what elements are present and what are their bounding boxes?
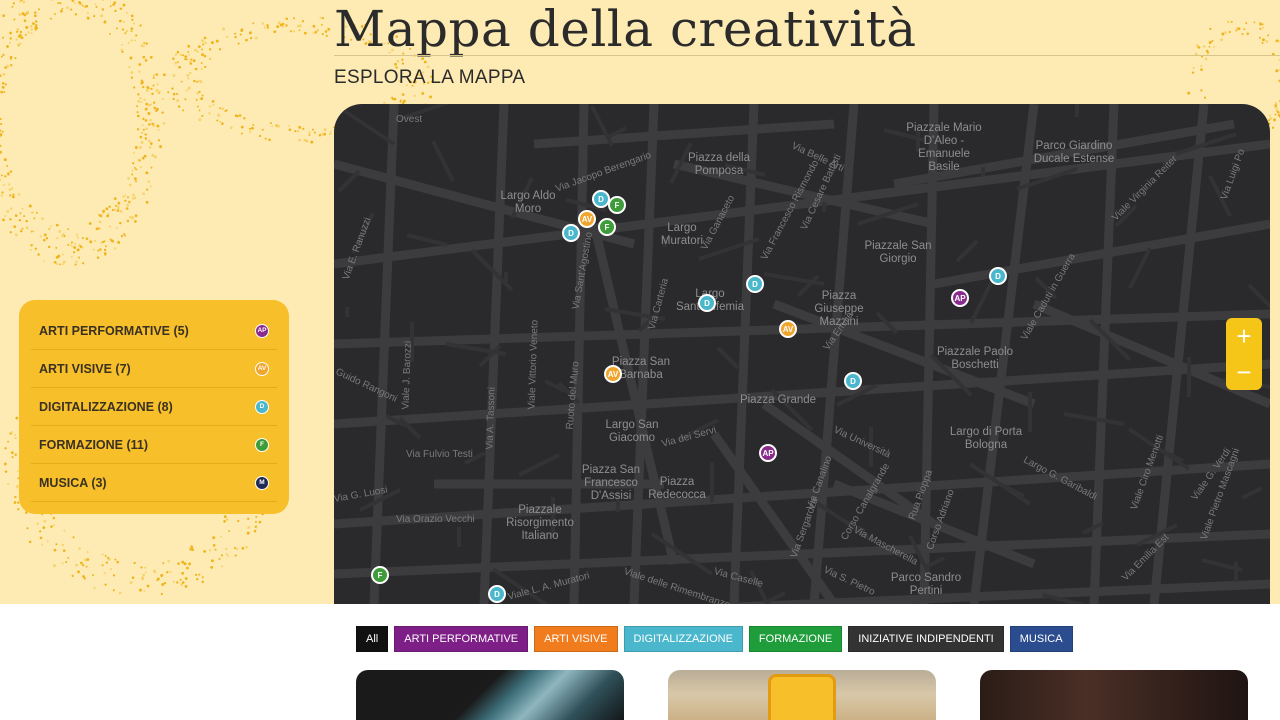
map-street-label: Via Fulvio Testi [406, 449, 473, 460]
legend-item-digitalizzazione[interactable]: DIGITALIZZAZIONE (8) D [31, 388, 277, 426]
category-legend: ARTI PERFORMATIVE (5) AP ARTI VISIVE (7)… [19, 300, 289, 514]
map-place-label: Piazzale Mario D'Aleo - Emanuele Basile [906, 122, 982, 173]
legend-item-arti-performative[interactable]: ARTI PERFORMATIVE (5) AP [31, 312, 277, 350]
map-marker-pin[interactable]: D [562, 224, 580, 242]
map-place-label: Piazzale Risorgimento Italiano [506, 504, 574, 542]
legend-item-label: DIGITALIZZAZIONE (8) [39, 399, 173, 414]
project-card-image[interactable] [980, 670, 1248, 720]
legend-item-label: ARTI VISIVE (7) [39, 361, 131, 376]
map-place-label: Piazza San Francesco D'Assisi [581, 464, 641, 502]
map-marker-pin[interactable]: AV [779, 320, 797, 338]
legend-item-label: FORMAZIONE (11) [39, 437, 149, 452]
map-place-label: Largo San Giacomo [605, 419, 659, 444]
page-subtitle: ESPLORA LA MAPPA [334, 67, 526, 88]
map-place-label: Largo di Porta Bologna [949, 426, 1023, 451]
map-marker-pin[interactable]: AP [951, 289, 969, 307]
arti-performative-marker-icon: AP [255, 323, 269, 338]
digitalizzazione-marker-icon: D [255, 399, 269, 414]
map-marker-pin[interactable]: D [989, 267, 1007, 285]
map-street-label: Via A. Tassoni [484, 386, 498, 450]
legend-item-label: ARTI PERFORMATIVE (5) [39, 323, 189, 338]
project-card-image[interactable] [356, 670, 624, 720]
formazione-marker-icon: F [255, 437, 269, 452]
map-marker-pin[interactable]: F [598, 218, 616, 236]
map-marker-pin[interactable]: F [608, 196, 626, 214]
map-marker-pin[interactable]: F [371, 566, 389, 584]
filter-arti-performative-button[interactable]: ARTI PERFORMATIVE [394, 626, 529, 652]
title-divider [334, 55, 1280, 56]
map-marker-pin[interactable]: D [698, 294, 716, 312]
legend-item-label: MUSICA (3) [39, 475, 107, 490]
filter-all-button[interactable]: All [356, 626, 389, 652]
legend-item-musica[interactable]: MUSICA (3) M [31, 464, 277, 502]
map-marker-pin[interactable]: D [844, 372, 862, 390]
map-place-label: Piazzale Paolo Boschetti [936, 346, 1014, 371]
map-marker-pin[interactable]: D [746, 275, 764, 293]
map-place-label: Parco Sandro Pertini [890, 572, 962, 597]
category-filter-bar: All ARTI PERFORMATIVE ARTI VISIVE DIGITA… [356, 626, 1073, 652]
map-marker-pin[interactable]: AV [578, 210, 596, 228]
phone-graphic [768, 674, 836, 720]
zoom-control: + − [1226, 318, 1262, 390]
map-marker-pin[interactable]: D [488, 585, 506, 603]
filter-musica-button[interactable]: MUSICA [1009, 626, 1073, 652]
map-place-label: Piazzale San Giorgio [864, 240, 932, 265]
map-place-label: Largo Aldo Moro [500, 190, 556, 215]
map-street-label: Ovest [396, 114, 423, 125]
filter-iniziative-indipendenti-button[interactable]: INIZIATIVE INDIPENDENTI [848, 626, 1004, 652]
map-marker-pin[interactable]: AP [759, 444, 777, 462]
page-title: Mappa della creatività [334, 0, 917, 58]
musica-marker-icon: M [255, 475, 269, 490]
project-card-image[interactable] [668, 670, 936, 720]
map-marker-pin[interactable]: AV [604, 365, 622, 383]
map-place-label: Piazza Grande [739, 394, 817, 406]
map-place-label: Parco Giardino Ducale Estense [1033, 140, 1115, 165]
map-place-label: Piazza Redecocca [648, 476, 706, 501]
filter-digitalizzazione-button[interactable]: DIGITALIZZAZIONE [623, 626, 743, 652]
map-place-label: Piazza della Pomposa [687, 152, 750, 177]
zoom-in-button[interactable]: + [1226, 318, 1262, 354]
legend-item-formazione[interactable]: FORMAZIONE (11) F [31, 426, 277, 464]
filter-formazione-button[interactable]: FORMAZIONE [748, 626, 843, 652]
legend-item-arti-visive[interactable]: ARTI VISIVE (7) AV [31, 350, 277, 388]
map-street-label: Via Orazio Vecchi [396, 514, 475, 525]
arti-visive-marker-icon: AV [255, 361, 269, 376]
filter-arti-visive-button[interactable]: ARTI VISIVE [534, 626, 618, 652]
map-canvas[interactable]: Largo Aldo Moro Piazza della Pomposa Largo… [334, 104, 1270, 604]
zoom-out-button[interactable]: − [1226, 354, 1262, 390]
